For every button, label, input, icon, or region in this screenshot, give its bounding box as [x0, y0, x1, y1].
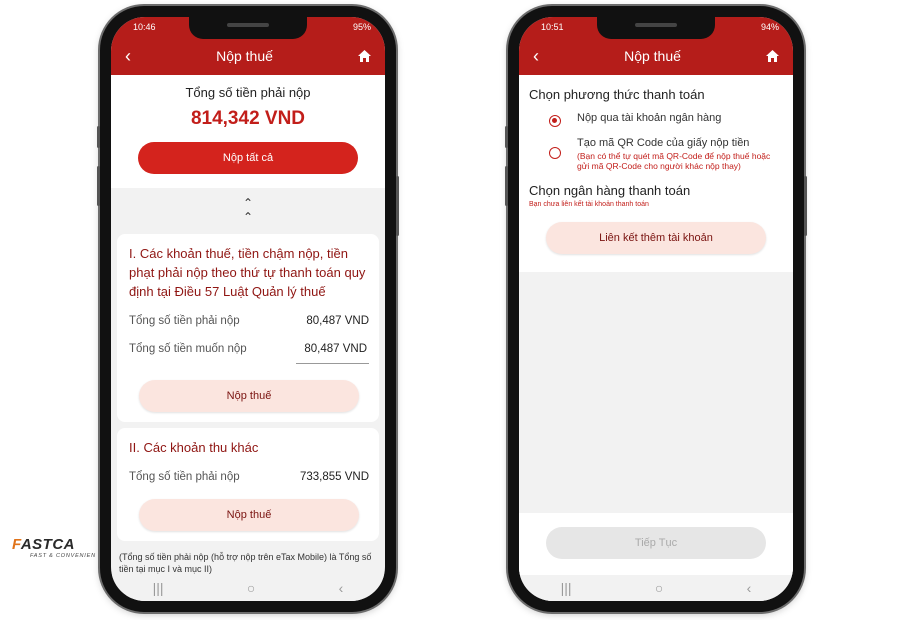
home-button-icon[interactable]: ○ — [247, 580, 255, 596]
section-1-row-want: Tổng số tiền muốn nộp 80,487 VND — [129, 343, 369, 364]
home-icon[interactable] — [357, 50, 371, 62]
option-bank-account[interactable]: Nộp qua tài khoản ngân hàng — [529, 112, 783, 127]
total-summary-card: Tổng số tiền phải nộp 814,342 VND Nộp tấ… — [111, 75, 385, 188]
back-arrow-icon[interactable]: ‹ — [533, 47, 539, 65]
app-header: ‹ Nộp thuế — [519, 37, 793, 75]
row-label: Tổng số tiền phải nộp — [129, 471, 240, 483]
back-nav-icon[interactable]: ‹ — [339, 580, 344, 596]
pay-tax-button-1[interactable]: Nộp thuế — [139, 380, 359, 412]
screen-payment-method: 10:51 94% ‹ Nộp thuế Chọn phương thức th… — [519, 17, 793, 601]
bank-title: Chọn ngân hàng thanh toán — [529, 183, 691, 198]
system-nav-bar: ||| ○ ‹ — [519, 575, 793, 601]
bank-note: Bạn chưa liên kết tài khoản thanh toán — [529, 201, 649, 208]
option-sublabel: (Bạn có thể tự quét mã QR-Code để nộp th… — [577, 151, 771, 171]
row-label: Tổng số tiền muốn nộp — [129, 343, 247, 355]
link-account-button[interactable]: Liên kết thêm tài khoản — [546, 222, 766, 254]
recent-apps-icon[interactable]: ||| — [561, 580, 572, 596]
option-label: Tạo mã QR Code của giấy nộp tiền — [577, 137, 750, 149]
option-text: Tạo mã QR Code của giấy nộp tiền (Bạn có… — [577, 137, 783, 171]
system-nav-bar: ||| ○ ‹ — [111, 575, 385, 601]
back-arrow-icon[interactable]: ‹ — [125, 47, 131, 65]
total-amount: 814,342 VND — [190, 108, 306, 129]
option-qr-code[interactable]: Tạo mã QR Code của giấy nộp tiền (Bạn có… — [529, 137, 783, 171]
page-title: Nộp thuế — [216, 48, 273, 64]
side-button — [804, 176, 807, 236]
total-label: Tổng số tiền phải nộp — [185, 85, 311, 100]
radio-selected-icon[interactable] — [549, 115, 561, 127]
side-button — [505, 166, 508, 206]
fastca-logo: FASTCA FAST & CONVENIEN — [12, 536, 96, 559]
section-1-row-due: Tổng số tiền phải nộp 80,487 VND — [129, 315, 369, 327]
section-1-title: I. Các khoản thuế, tiền chậm nộp, tiền p… — [129, 246, 366, 299]
status-time: 10:46 — [133, 22, 156, 32]
section-2-row-due: Tổng số tiền phải nộp 733,855 VND — [129, 471, 369, 483]
section-2-title: II. Các khoản thu khác — [129, 440, 259, 455]
side-button — [396, 176, 399, 236]
pay-all-button[interactable]: Nộp tất cả — [138, 142, 358, 174]
logo-f: F — [12, 536, 21, 553]
side-button — [97, 126, 100, 148]
pay-tax-button-2[interactable]: Nộp thuế — [139, 499, 359, 531]
side-button — [97, 166, 100, 206]
camera-notch — [189, 17, 307, 39]
recent-apps-icon[interactable]: ||| — [153, 580, 164, 596]
payment-method-title: Chọn phương thức thanh toán — [529, 87, 705, 102]
tax-section-2: II. Các khoản thu khác Tổng số tiền phải… — [117, 428, 379, 541]
screen-tax-summary: 10:46 95% ‹ Nộp thuế Tổng số tiền phải n… — [111, 17, 385, 601]
status-time: 10:51 — [541, 22, 564, 32]
camera-notch — [597, 17, 715, 39]
tax-section-1: I. Các khoản thuế, tiền chậm nộp, tiền p… — [117, 234, 379, 422]
phone-right: 10:51 94% ‹ Nộp thuế Chọn phương thức th… — [505, 6, 807, 612]
row-value: 733,855 VND — [299, 471, 369, 483]
logo-tagline: FAST & CONVENIEN — [30, 553, 96, 559]
back-nav-icon[interactable]: ‹ — [747, 580, 752, 596]
status-battery: 94% — [760, 22, 779, 32]
page-title: Nộp thuế — [624, 48, 681, 64]
radio-unselected-icon[interactable] — [549, 147, 561, 159]
logo-wordmark: FASTCA — [12, 536, 96, 553]
amount-to-pay-field[interactable]: 80,487 VND — [296, 343, 369, 364]
phone-left: 10:46 95% ‹ Nộp thuế Tổng số tiền phải n… — [97, 6, 399, 612]
side-button — [505, 126, 508, 148]
screenshot-stage: 10:46 95% ‹ Nộp thuế Tổng số tiền phải n… — [0, 0, 900, 620]
home-button-icon[interactable]: ○ — [655, 580, 663, 596]
home-icon[interactable] — [765, 50, 779, 62]
row-value: 80,487 VND — [306, 315, 369, 327]
app-header: ‹ Nộp thuế — [111, 37, 385, 75]
collapse-chevron-icon[interactable]: ⌃ ⌃ — [111, 188, 385, 230]
footer-bar: Tiếp Tục — [519, 513, 793, 575]
row-label: Tổng số tiền phải nộp — [129, 315, 240, 327]
status-battery: 95% — [352, 22, 371, 32]
logo-rest: ASTCA — [20, 536, 76, 553]
continue-button[interactable]: Tiếp Tục — [546, 527, 766, 559]
option-label: Nộp qua tài khoản ngân hàng — [577, 112, 722, 124]
payment-method-panel: Chọn phương thức thanh toán Nộp qua tài … — [519, 75, 793, 272]
